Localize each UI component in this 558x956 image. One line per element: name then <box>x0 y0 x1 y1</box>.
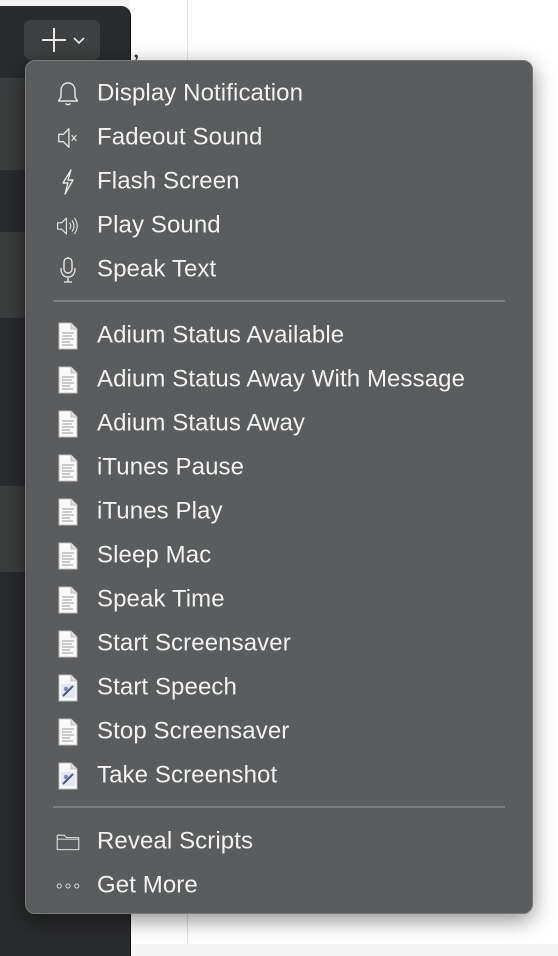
menu-item-stop-screensaver[interactable]: Stop Screensaver <box>26 710 532 754</box>
menu-item-label: Speak Time <box>97 585 225 613</box>
applescript-document-icon <box>56 762 80 790</box>
script-document-icon <box>56 586 80 614</box>
script-document-icon <box>56 366 80 394</box>
menu-item-start-screensaver[interactable]: Start Screensaver <box>26 622 532 666</box>
speaker-wave-icon <box>56 212 80 240</box>
menu-item-label: Get More <box>97 871 198 899</box>
menu-item-label: Adium Status Away <box>97 409 306 437</box>
menu-item-label: Sleep Mac <box>97 541 212 569</box>
menu-item-play-sound[interactable]: Play Sound <box>26 204 532 248</box>
menu-item-display-notification[interactable]: Display Notification <box>26 72 532 116</box>
menu-item-itunes-pause[interactable]: iTunes Pause <box>26 446 532 490</box>
add-action-button[interactable] <box>24 20 100 60</box>
bell-icon <box>56 80 80 108</box>
folder-icon <box>56 828 80 856</box>
menu-item-adium-status-available[interactable]: Adium Status Available <box>26 314 532 358</box>
menu-item-label: Flash Screen <box>97 167 240 195</box>
ellipsis-icon <box>56 872 80 900</box>
menu-item-sleep-mac[interactable]: Sleep Mac <box>26 534 532 578</box>
menu-item-label: Adium Status Available <box>97 321 345 349</box>
menu-item-take-screenshot[interactable]: Take Screenshot <box>26 754 532 798</box>
script-document-icon <box>56 498 80 526</box>
menu-item-label: Start Speech <box>97 673 237 701</box>
menu-item-reveal-scripts[interactable]: Reveal Scripts <box>26 820 532 864</box>
menu-item-fadeout-sound[interactable]: Fadeout Sound <box>26 116 532 160</box>
add-action-menu: Display Notification Fadeout Sound Flash… <box>25 60 533 914</box>
menu-item-itunes-play[interactable]: iTunes Play <box>26 490 532 534</box>
menu-item-get-more[interactable]: Get More <box>26 864 532 908</box>
menu-item-adium-status-away[interactable]: Adium Status Away <box>26 402 532 446</box>
menu-item-label: Stop Screensaver <box>97 717 290 745</box>
script-document-icon <box>56 410 80 438</box>
applescript-document-icon <box>56 674 80 702</box>
menu-item-flash-screen[interactable]: Flash Screen <box>26 160 532 204</box>
menu-item-speak-text[interactable]: Speak Text <box>26 248 532 292</box>
menu-separator <box>53 806 505 808</box>
menu-item-speak-time[interactable]: Speak Time <box>26 578 532 622</box>
script-document-icon <box>56 718 80 746</box>
microphone-icon <box>56 256 80 284</box>
script-document-icon <box>56 542 80 570</box>
plus-icon <box>42 28 66 52</box>
menu-item-label: iTunes Pause <box>97 453 245 481</box>
menu-item-label: Display Notification <box>97 79 304 107</box>
menu-item-adium-status-away-with-message[interactable]: Adium Status Away With Message <box>26 358 532 402</box>
menu-item-label: Speak Text <box>97 255 217 283</box>
script-document-icon <box>56 454 80 482</box>
menu-item-label: Play Sound <box>97 211 221 239</box>
menu-item-start-speech[interactable]: Start Speech <box>26 666 532 710</box>
lightning-icon <box>56 168 80 196</box>
speaker-mute-icon <box>56 124 80 152</box>
script-document-icon <box>56 322 80 350</box>
menu-separator <box>53 300 505 302</box>
menu-item-label: Start Screensaver <box>97 629 291 657</box>
chevron-down-icon <box>73 37 85 45</box>
menu-item-label: Adium Status Away With Message <box>97 365 466 393</box>
menu-item-label: Reveal Scripts <box>97 827 254 855</box>
menu-item-label: Take Screenshot <box>97 761 278 789</box>
menu-item-label: iTunes Play <box>97 497 223 525</box>
script-document-icon <box>56 630 80 658</box>
menu-item-label: Fadeout Sound <box>97 123 263 151</box>
